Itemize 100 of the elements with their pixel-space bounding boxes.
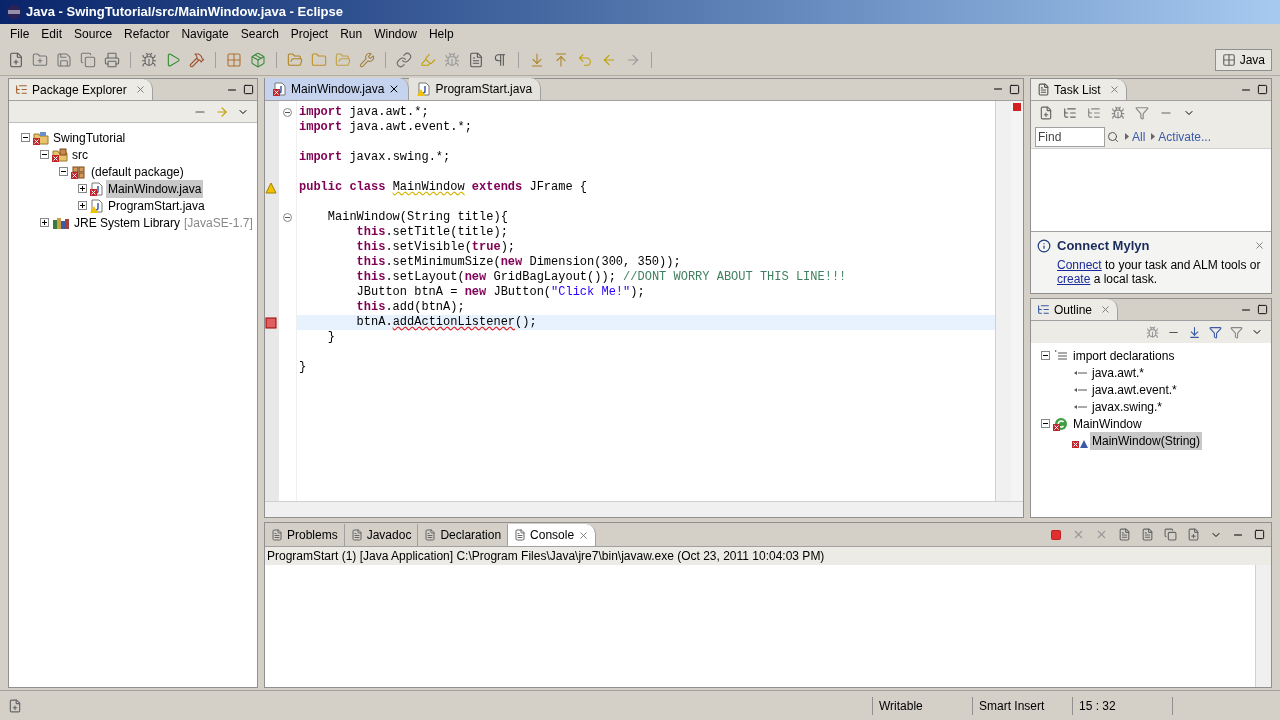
bug-icon[interactable] [1111, 106, 1125, 120]
view-tab[interactable]: Task List [1031, 79, 1127, 100]
maximize-icon[interactable] [1257, 304, 1268, 315]
menu-item[interactable]: File [4, 25, 36, 43]
collapse-icon[interactable] [39, 150, 49, 159]
collapse-icon[interactable] [1040, 419, 1050, 428]
new-folder-icon[interactable] [32, 51, 48, 68]
tree-item[interactable]: java.awt.event.* [1090, 380, 1179, 399]
package-icon[interactable] [250, 51, 266, 68]
fold-icon[interactable] [283, 213, 292, 222]
vertical-scrollbar[interactable] [995, 101, 1011, 501]
find-field[interactable]: Find [1035, 126, 1105, 147]
open-folder-icon[interactable] [287, 51, 303, 68]
error-marker-icon [1072, 440, 1079, 448]
menu-item[interactable]: Refactor [118, 25, 176, 43]
collapse-icon[interactable] [20, 133, 30, 142]
tree-item[interactable]: SwingTutorial [51, 128, 128, 147]
tree-item[interactable]: import declarations [1071, 346, 1177, 365]
error-annotation-icon [265, 316, 277, 329]
expand-icon[interactable] [39, 218, 49, 227]
printer-icon[interactable] [104, 51, 120, 68]
editor-tab[interactable]: MainWindow.java [265, 78, 410, 100]
code-line: public class MainWindow extends JFrame { [299, 180, 588, 194]
filter-link[interactable]: All [1132, 127, 1146, 146]
copy-icon[interactable] [80, 51, 96, 68]
tree-item[interactable]: MainWindow(String) [1090, 431, 1203, 450]
connect-link[interactable]: Connect [1057, 257, 1102, 272]
task-list-icon [1037, 83, 1050, 96]
remove-all-icon[interactable] [1095, 528, 1108, 541]
perspective-button[interactable]: Java [1214, 48, 1272, 71]
scheduled-icon[interactable] [1087, 106, 1101, 120]
create-link[interactable]: create [1057, 271, 1091, 286]
maximize-icon[interactable] [243, 84, 254, 95]
categorized-icon[interactable] [1063, 106, 1077, 120]
tree-item[interactable]: ProgramStart.java [106, 196, 207, 215]
wrench-icon[interactable] [359, 51, 375, 68]
remove-launch-icon[interactable] [1072, 528, 1085, 541]
sort-icon[interactable] [1188, 325, 1201, 339]
menu-item[interactable]: Search [234, 25, 285, 43]
new-task-icon[interactable] [1039, 106, 1053, 120]
tree-item[interactable]: JRE System Library [72, 213, 183, 232]
menu-item[interactable]: Project [284, 25, 335, 43]
arrow-up-icon[interactable] [553, 51, 569, 68]
maximize-icon[interactable] [1009, 84, 1020, 95]
view-tab[interactable]: Package Explorer [9, 79, 153, 100]
view-tab[interactable]: Console [508, 524, 597, 546]
filter-icon[interactable] [1230, 325, 1243, 339]
code-line: JButton btnA = new JButton("Click Me!"); [355, 285, 645, 299]
constructor-icon [1080, 439, 1088, 448]
tree-item[interactable]: java.awt.* [1090, 363, 1147, 382]
bug-icon[interactable] [1146, 325, 1159, 339]
grid-icon[interactable] [226, 51, 242, 68]
play-icon[interactable] [165, 51, 181, 68]
expand-icon[interactable] [77, 184, 87, 193]
error-marker-icon [1053, 423, 1060, 431]
filter-icon[interactable] [1135, 106, 1149, 120]
tree-item[interactable]: MainWindow [1071, 414, 1144, 433]
vertical-scrollbar[interactable] [1255, 565, 1271, 687]
link-editor-icon[interactable] [215, 104, 229, 119]
code-line: this.setVisible(true); [355, 240, 516, 254]
filter-link[interactable]: Activate... [1158, 127, 1212, 146]
expand-icon[interactable] [77, 201, 87, 210]
hammer-icon[interactable] [189, 51, 205, 68]
tree-item[interactable]: src [70, 145, 90, 164]
horizontal-scrollbar[interactable] [265, 501, 1023, 517]
bug-icon[interactable] [141, 51, 157, 68]
terminate-icon[interactable] [1050, 528, 1062, 541]
pin-console-icon[interactable] [1187, 528, 1200, 541]
clear-console-icon[interactable] [1118, 528, 1131, 541]
maximize-icon[interactable] [1257, 84, 1268, 95]
tree-item[interactable]: (default package) [89, 162, 186, 181]
code-line: import javax.swing.*; [299, 150, 451, 164]
show-console-icon[interactable] [1164, 528, 1177, 541]
fold-icon[interactable] [283, 108, 292, 117]
menu-item[interactable]: Navigate [175, 25, 235, 43]
link-icon[interactable] [396, 51, 412, 68]
arrow-down-icon[interactable] [529, 51, 545, 68]
fast-view-icon[interactable] [8, 698, 22, 713]
collapse-icon[interactable] [58, 167, 68, 176]
tree-item[interactable]: MainWindow.java [106, 179, 204, 198]
collapse-icon[interactable] [1040, 351, 1050, 360]
view-tab[interactable]: Outline [1031, 299, 1119, 320]
tree-item[interactable]: javax.swing.* [1090, 397, 1165, 416]
menu-item[interactable]: Edit [35, 25, 69, 43]
save-icon[interactable] [56, 51, 72, 68]
menu-item[interactable]: Help [422, 25, 460, 43]
view-icon [424, 529, 437, 541]
editor-tab[interactable]: ProgramStart.java [409, 78, 542, 100]
maximize-icon[interactable] [1254, 529, 1265, 540]
pilcrow-icon[interactable] [492, 51, 508, 68]
document-icon[interactable] [468, 51, 484, 68]
code-line: } [326, 330, 335, 344]
menu-item[interactable]: Window [368, 25, 423, 43]
filter-icon[interactable] [1209, 325, 1222, 339]
tree-item-note: [JavaSE-1.7] [184, 214, 253, 232]
code-line: this.setMinimumSize(new Dimension(300, 350)); [355, 255, 681, 269]
scroll-lock-icon[interactable] [1141, 528, 1154, 541]
menu-item[interactable]: Run [334, 25, 369, 43]
menu-item[interactable]: Source [68, 25, 119, 43]
new-file-icon[interactable] [8, 51, 24, 68]
